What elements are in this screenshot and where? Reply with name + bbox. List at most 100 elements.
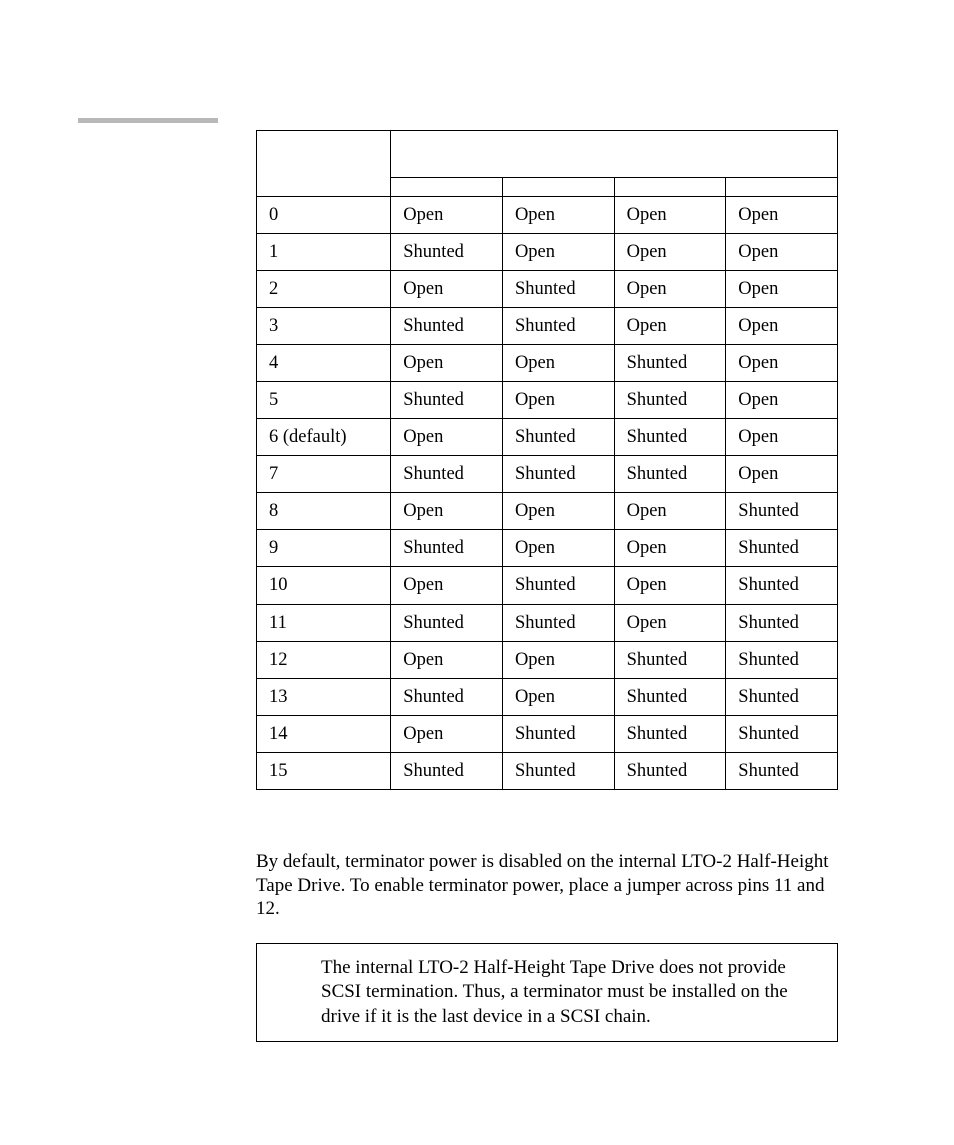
table-cell-value: Open	[391, 345, 503, 382]
body-paragraph: By default, terminator power is disabled…	[256, 850, 838, 921]
page: 0OpenOpenOpenOpen1ShuntedOpenOpenOpen2Op…	[0, 0, 954, 1145]
table-row: 3ShuntedShuntedOpenOpen	[257, 308, 838, 345]
table-row: 1ShuntedOpenOpenOpen	[257, 234, 838, 271]
table-row: 14OpenShuntedShuntedShunted	[257, 715, 838, 752]
table-cell-value: Open	[614, 197, 726, 234]
table-cell-id: 10	[257, 567, 391, 604]
table-cell-id: 15	[257, 752, 391, 789]
table-cell-value: Shunted	[726, 752, 838, 789]
table-row: 4OpenOpenShuntedOpen	[257, 345, 838, 382]
table-cell-value: Shunted	[726, 493, 838, 530]
table-cell-value: Shunted	[391, 604, 503, 641]
table-cell-value: Open	[502, 382, 614, 419]
table-cell-value: Shunted	[614, 715, 726, 752]
note-box: The internal LTO-2 Half-Height Tape Driv…	[256, 943, 838, 1042]
table-cell-id: 9	[257, 530, 391, 567]
table-cell-id: 8	[257, 493, 391, 530]
table-row: 2OpenShuntedOpenOpen	[257, 271, 838, 308]
table-cell-value: Open	[502, 530, 614, 567]
table-header-blank-top	[391, 131, 838, 178]
table-cell-id: 13	[257, 678, 391, 715]
table-cell-value: Shunted	[614, 382, 726, 419]
table-subheader-2	[502, 178, 614, 197]
table-cell-value: Open	[614, 234, 726, 271]
table-cell-value: Open	[502, 493, 614, 530]
table-cell-value: Open	[726, 234, 838, 271]
table-cell-id: 14	[257, 715, 391, 752]
table-cell-value: Shunted	[502, 715, 614, 752]
table-cell-value: Open	[614, 308, 726, 345]
table-cell-id: 6 (default)	[257, 419, 391, 456]
table-cell-value: Shunted	[614, 456, 726, 493]
table-subheader-1	[391, 178, 503, 197]
table-cell-id: 1	[257, 234, 391, 271]
table-cell-id: 3	[257, 308, 391, 345]
note-text: The internal LTO-2 Half-Height Tape Driv…	[321, 957, 788, 1027]
table-row: 6 (default)OpenShuntedShuntedOpen	[257, 419, 838, 456]
table-row: 12OpenOpenShuntedShunted	[257, 641, 838, 678]
table-cell-value: Shunted	[726, 678, 838, 715]
table-cell-value: Open	[726, 271, 838, 308]
table-cell-value: Open	[502, 641, 614, 678]
table-cell-value: Shunted	[391, 530, 503, 567]
table-cell-value: Shunted	[391, 456, 503, 493]
table-subheader-3	[614, 178, 726, 197]
table-cell-value: Shunted	[502, 419, 614, 456]
table-cell-value: Shunted	[502, 604, 614, 641]
table-cell-value: Open	[391, 567, 503, 604]
table-row: 10OpenShuntedOpenShunted	[257, 567, 838, 604]
table-cell-value: Shunted	[502, 567, 614, 604]
table-cell-value: Open	[614, 604, 726, 641]
table-cell-value: Shunted	[614, 678, 726, 715]
table-cell-value: Shunted	[726, 604, 838, 641]
table-body: 0OpenOpenOpenOpen1ShuntedOpenOpenOpen2Op…	[257, 197, 838, 790]
table-row: 13ShuntedOpenShuntedShunted	[257, 678, 838, 715]
table-cell-value: Shunted	[502, 456, 614, 493]
table-cell-value: Open	[391, 419, 503, 456]
jumper-table: 0OpenOpenOpenOpen1ShuntedOpenOpenOpen2Op…	[256, 130, 838, 790]
table-row: 5ShuntedOpenShuntedOpen	[257, 382, 838, 419]
table-cell-value: Shunted	[502, 271, 614, 308]
table-cell-value: Shunted	[614, 752, 726, 789]
table-row: 11ShuntedShuntedOpenShunted	[257, 604, 838, 641]
table-cell-value: Shunted	[391, 752, 503, 789]
table-cell-value: Shunted	[726, 567, 838, 604]
table-cell-value: Open	[614, 530, 726, 567]
table-cell-value: Open	[391, 641, 503, 678]
table-cell-value: Shunted	[502, 308, 614, 345]
table-cell-id: 5	[257, 382, 391, 419]
table-cell-value: Open	[726, 456, 838, 493]
table-cell-value: Open	[502, 678, 614, 715]
table-cell-value: Shunted	[502, 752, 614, 789]
content-area: 0OpenOpenOpenOpen1ShuntedOpenOpenOpen2Op…	[256, 130, 838, 1042]
table-row: 8OpenOpenOpenShunted	[257, 493, 838, 530]
table-row: 0OpenOpenOpenOpen	[257, 197, 838, 234]
table-cell-value: Shunted	[726, 641, 838, 678]
table-row: 15ShuntedShuntedShuntedShunted	[257, 752, 838, 789]
table-cell-value: Open	[391, 271, 503, 308]
table-cell-value: Shunted	[391, 382, 503, 419]
table-cell-value: Shunted	[391, 234, 503, 271]
table-cell-value: Shunted	[391, 678, 503, 715]
table-cell-value: Open	[726, 382, 838, 419]
table-cell-value: Open	[614, 271, 726, 308]
table-cell-id: 2	[257, 271, 391, 308]
table-cell-value: Open	[614, 567, 726, 604]
table-cell-value: Shunted	[726, 715, 838, 752]
table-row: 9ShuntedOpenOpenShunted	[257, 530, 838, 567]
table-cell-value: Open	[614, 493, 726, 530]
table-cell-value: Open	[726, 345, 838, 382]
table-subheader-4	[726, 178, 838, 197]
table-cell-value: Open	[391, 715, 503, 752]
table-cell-value: Open	[391, 197, 503, 234]
table-cell-value: Open	[502, 197, 614, 234]
table-cell-value: Shunted	[614, 345, 726, 382]
table-cell-value: Open	[502, 234, 614, 271]
table-cell-value: Shunted	[614, 641, 726, 678]
table-cell-value: Open	[391, 493, 503, 530]
table-cell-value: Open	[726, 419, 838, 456]
side-rule	[78, 118, 218, 123]
table-cell-id: 12	[257, 641, 391, 678]
table-cell-id: 4	[257, 345, 391, 382]
table-cell-id: 7	[257, 456, 391, 493]
